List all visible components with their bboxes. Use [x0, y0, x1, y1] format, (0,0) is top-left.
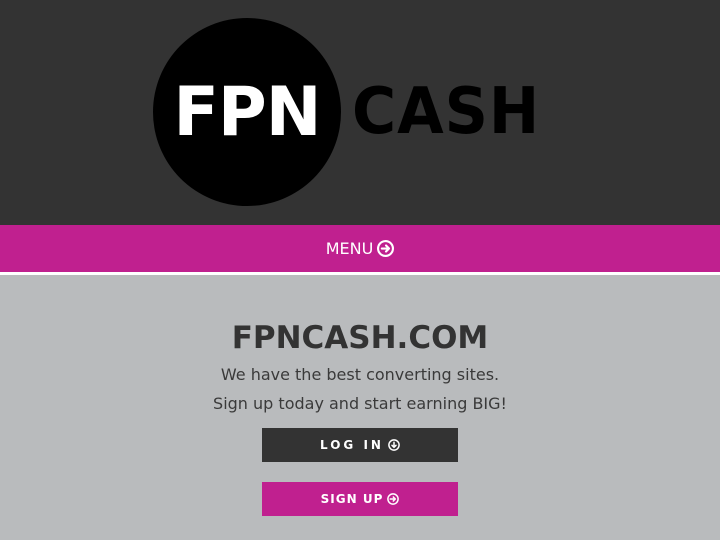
logo-cash-text: CASH [352, 75, 541, 149]
menu-button[interactable]: MENU [326, 239, 395, 258]
page-title: FPNCASH.COM [231, 320, 489, 356]
menu-label: MENU [325, 239, 374, 258]
hero-section: FPNCASH.COM We have the best converting … [0, 275, 720, 540]
circle-arrow-right-icon [387, 493, 400, 505]
login-label: LOG IN [320, 438, 384, 452]
signup-button[interactable]: SIGN UP [262, 482, 458, 516]
site-header: FPN CASH [0, 0, 720, 225]
circle-arrow-right-icon [377, 240, 395, 257]
signup-label: SIGN UP [320, 492, 384, 506]
login-button[interactable]: LOG IN [262, 428, 458, 462]
logo-fpn-text: FPN [173, 72, 321, 152]
circle-arrow-down-icon [388, 439, 400, 451]
tagline-line-2: Sign up today and start earning BIG! [213, 394, 507, 413]
nav-bar: MENU [0, 225, 720, 275]
tagline-line-1: We have the best converting sites. [220, 365, 500, 384]
